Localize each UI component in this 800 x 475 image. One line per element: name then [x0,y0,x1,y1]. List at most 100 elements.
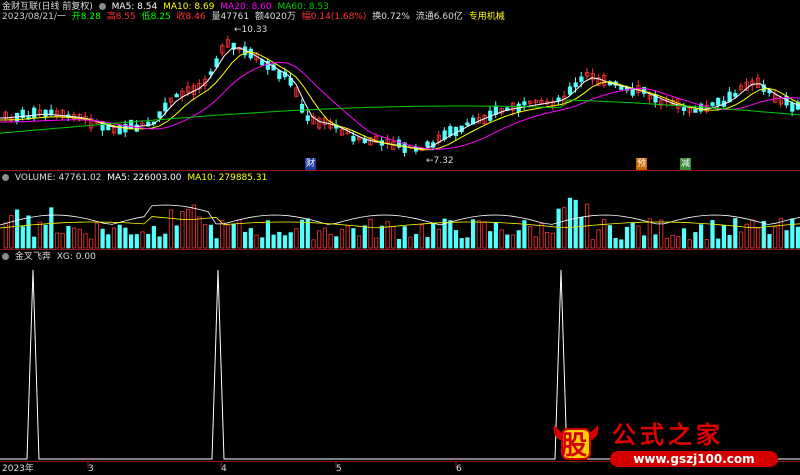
separator-price-volume [0,170,800,171]
volume-bar [9,215,14,249]
volume-bar [117,224,122,249]
volume-bar [362,225,367,249]
volume-bar [282,235,288,249]
volume-bar [203,223,208,249]
volume-settings-icon[interactable] [2,174,9,181]
candle-body [448,126,453,136]
volume-bar [767,234,772,249]
candle-body [579,76,584,82]
high-price-label: ←10.33 [234,25,268,35]
volume-bar [237,219,242,249]
event-marker-jian[interactable]: 减 [680,158,692,170]
volume-bar [294,228,299,249]
volume-bar [619,239,624,249]
volume-bar [795,226,800,249]
candle-body [619,86,624,90]
volume-bar [77,228,82,249]
volume-bar [533,236,538,249]
volume-bar [482,221,487,249]
candle-body [733,93,738,97]
volume-bar [140,231,145,249]
volume-bar [174,225,179,249]
candle-body [710,102,715,107]
indicator-settings-icon[interactable] [2,253,9,260]
volume-bar [260,237,265,249]
low-price-label: ←7.32 [426,156,454,166]
volume-bar [539,223,544,249]
volume-bar [54,232,60,249]
volume-bar [43,224,48,249]
xaxis-month-6: 6 [456,464,462,474]
xaxis-month-5: 5 [336,464,342,474]
candle-body [681,107,687,111]
volume-bar [60,233,65,249]
volume-bar [248,228,253,249]
indicator-xg: XG: 0.00 [56,252,96,262]
volume-bar [89,238,94,249]
volume-bar [322,227,328,249]
candle-body [174,93,179,98]
volume-bar [419,224,424,249]
volume-bar [191,204,196,249]
volume-bar [214,238,219,249]
candle-body [157,111,162,118]
volume-bar [197,216,202,249]
volume-bar [299,219,305,249]
volume-bar [624,226,630,249]
volume-bar [573,199,578,249]
volume-bar [180,211,185,249]
volume-bar [151,225,156,249]
volume-bar [128,234,134,249]
volume-bar [265,220,271,249]
volume-bar [379,225,385,249]
volume-bar [602,219,607,249]
indicator-header: 金叉飞奔 XG: 0.00 [2,251,99,263]
event-marker-yu[interactable]: 预 [636,158,648,170]
volume-bar [465,237,470,249]
volume-bar [505,234,510,249]
candle-body [351,135,356,142]
event-marker-cai[interactable]: 财 [305,158,317,170]
kline-chart[interactable] [0,0,800,475]
volume-bar [596,229,601,249]
volume-bar [334,236,339,249]
volume-bar [613,237,618,249]
volume-bar [356,235,362,249]
volume-bar [448,220,453,249]
candle-body [425,141,430,147]
candle-body [32,107,37,119]
volume-bar [499,229,504,249]
watermark-url[interactable]: www.gszj100.com [610,451,778,467]
volume-bar [368,218,373,249]
volume-bar [756,227,761,249]
candle-body [163,102,168,112]
volume-bar [459,238,464,249]
candle-body [522,101,527,106]
volume-bar [550,232,556,249]
volume-bar [49,207,54,249]
volume-bar [516,230,521,249]
volume-bar [111,227,117,249]
volume-bar [168,209,174,249]
volume-ma10: MA10: 279885.31 [187,173,268,183]
volume-bar [453,230,459,249]
volume-bar [653,234,658,249]
volume-bar [738,231,744,249]
volume-bar [26,215,31,249]
volume-bar [242,231,248,249]
volume-bar [642,235,647,249]
indicator-name: 金叉飞奔 [14,252,51,262]
volume-bar [425,237,430,249]
volume-bar [579,216,584,249]
volume-bar [733,218,738,249]
volume-bar [328,234,333,249]
xaxis-month-3: 3 [88,464,94,474]
volume-bar [761,221,766,249]
volume-bar [676,236,681,249]
volume-bar [784,230,789,249]
volume-bar [522,220,527,249]
volume-bar [607,225,613,249]
volume-bar [704,239,709,249]
volume-bar [254,234,259,249]
candle-body [277,70,282,79]
